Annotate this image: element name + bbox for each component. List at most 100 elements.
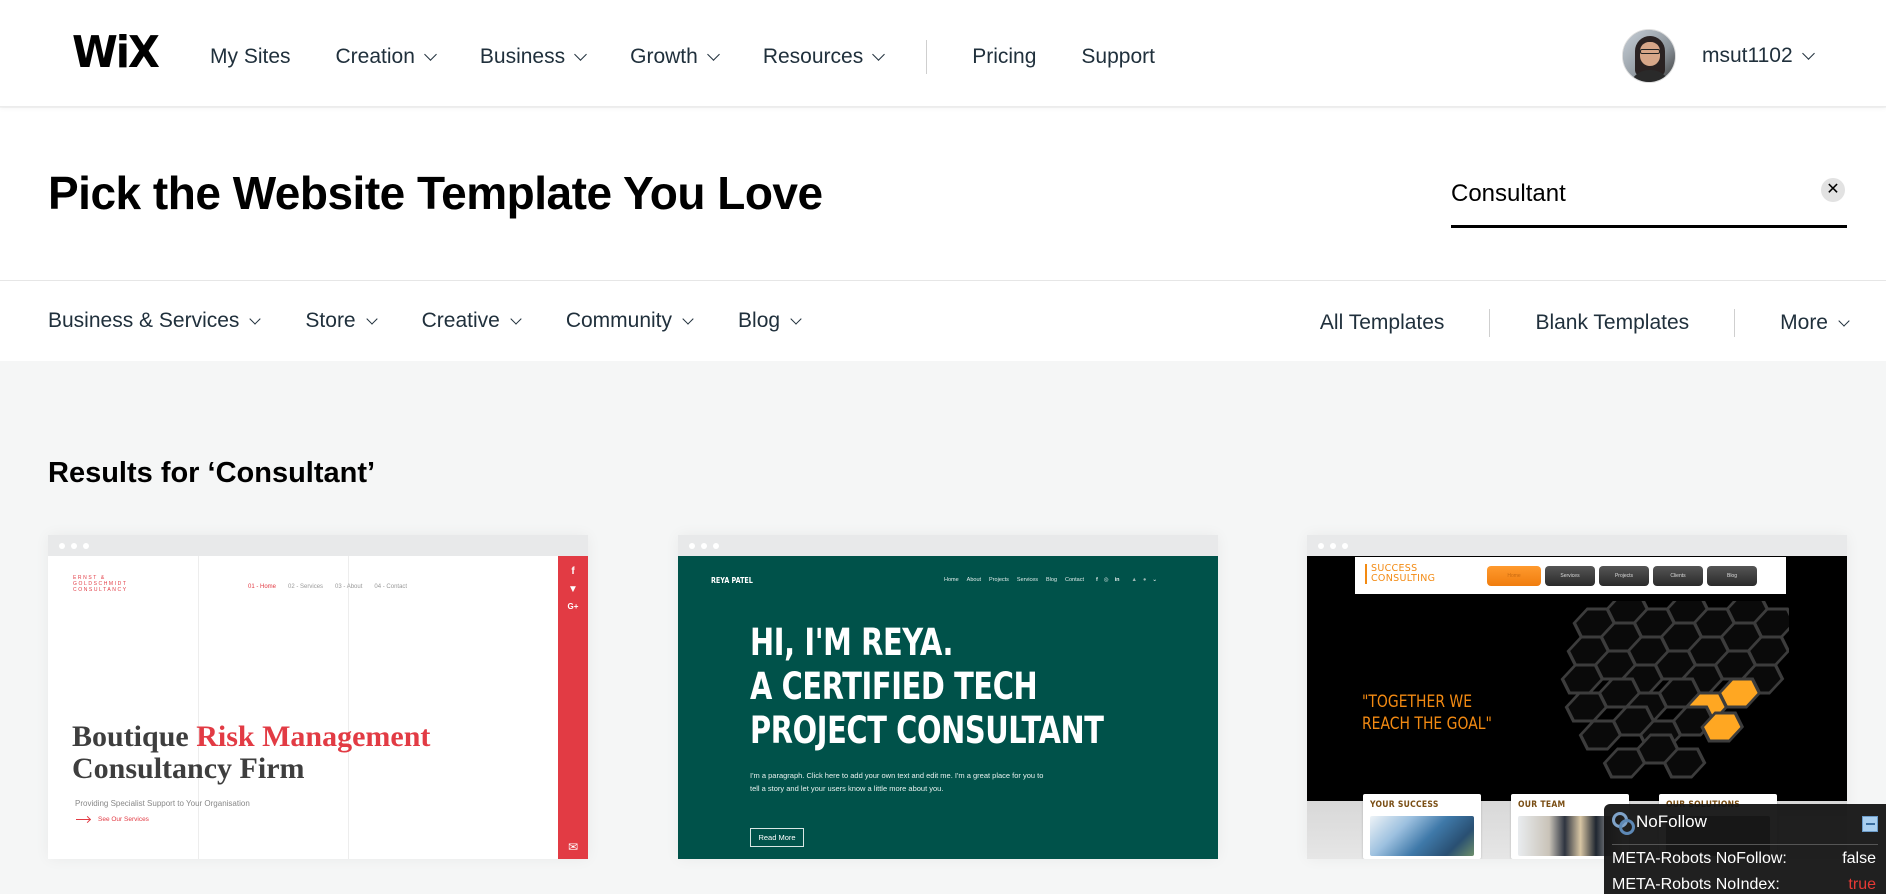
chevron-down-icon — [682, 312, 694, 325]
category-label: Store — [305, 309, 356, 332]
nav-resources[interactable]: Resources — [762, 45, 886, 69]
template-preview: REYA PATEL Home About Projects Services … — [678, 556, 1218, 859]
search-input[interactable] — [1451, 176, 1791, 212]
menu-item: Blog — [1046, 577, 1058, 583]
divider — [1489, 309, 1491, 337]
nav-label: Pricing — [972, 45, 1037, 68]
menu-item: Contact — [1065, 577, 1084, 583]
menu-item: Blog — [1707, 566, 1757, 586]
template-filter-menu: All Templates Blank Templates More — [1320, 309, 1850, 337]
menu-item: Projects — [989, 577, 1009, 583]
menu-item: Services — [1016, 577, 1039, 583]
template-card[interactable]: REYA PATEL Home About Projects Services … — [678, 535, 1218, 859]
menu-item: Home — [944, 577, 959, 583]
panel-title: NoFollow — [1636, 812, 1707, 831]
panel-header: NoFollow — [1612, 812, 1707, 835]
category-label: Blog — [738, 309, 781, 332]
chevron-down-icon — [790, 312, 802, 325]
close-icon[interactable]: ✕ — [1821, 178, 1845, 202]
social-sidebar: f ▼ G+ ✉ — [558, 556, 588, 859]
chevron-down-icon: ⌄ — [1152, 577, 1157, 583]
template-brand: SUCCESS CONSULTING — [1365, 564, 1435, 584]
nav-business[interactable]: Business — [479, 45, 587, 69]
blank-templates-link[interactable]: Blank Templates — [1535, 311, 1689, 335]
minimize-icon[interactable] — [1862, 816, 1878, 832]
nav-creation[interactable]: Creation — [336, 45, 437, 69]
template-preview: ERNST & GOLDSCHMIDT CONSULTANCY 01 - Hom… — [48, 556, 588, 859]
template-menu: 01 - Home 02 - Services 03 - About 04 - … — [248, 584, 419, 590]
nav-divider — [926, 40, 928, 74]
nav-label: My Sites — [210, 45, 291, 68]
link-label: All Templates — [1319, 311, 1445, 334]
all-templates-link[interactable]: All Templates — [1320, 311, 1445, 335]
browser-chrome — [48, 535, 588, 556]
template-menu: Home Services Projects Clients Blog — [1487, 566, 1761, 586]
headline-line: PROJECT CONSULTANT — [750, 709, 1104, 752]
page-title: Pick the Website Template You Love — [48, 167, 823, 219]
results-heading: Results for ‘Consultant’ — [48, 457, 376, 489]
linkedin-icon: in — [1114, 577, 1120, 583]
category-bar: Business & Services Store Creative Commu… — [0, 280, 1886, 361]
wix-logo[interactable]: WiX — [72, 30, 160, 76]
chevron-down-icon — [872, 47, 886, 61]
divider — [1734, 309, 1736, 337]
template-headline: Boutique Risk Management Consultancy Firm — [72, 721, 430, 785]
template-header: SUCCESS CONSULTING Home Services Projects… — [1355, 557, 1786, 594]
category-label: Business & Services — [48, 309, 240, 332]
template-brand: REYA PATEL — [711, 576, 753, 585]
nav-label: Resources — [762, 45, 864, 68]
category-business-services[interactable]: Business & Services — [48, 309, 262, 333]
menu-item: 01 - Home — [248, 584, 277, 590]
username[interactable]: msut1102 — [1702, 44, 1815, 68]
top-header: WiX My Sites Creation Business Growth Re… — [0, 0, 1886, 107]
template-search: ✕ — [1451, 166, 1847, 228]
category-menu: Business & Services Store Creative Commu… — [48, 309, 846, 333]
nav-pricing[interactable]: Pricing — [972, 45, 1036, 69]
google-plus-icon: G+ — [567, 602, 579, 611]
nav-my-sites[interactable]: My Sites — [210, 45, 291, 69]
cta-label: See Our Services — [98, 816, 149, 823]
menu-item: Projects — [1599, 566, 1649, 586]
link-label: Blank Templates — [1535, 311, 1690, 334]
chevron-down-icon — [574, 47, 587, 61]
template-subtitle: Providing Specialist Support to Your Org… — [75, 799, 250, 808]
menu-item: About — [966, 577, 982, 583]
headline-line: A CERTIFIED TECH — [750, 665, 1038, 708]
nav-growth[interactable]: Growth — [630, 45, 720, 69]
template-headline: HI, I'M REYA. A CERTIFIED TECH PROJECT C… — [750, 621, 1104, 753]
category-creative[interactable]: Creative — [421, 309, 522, 333]
headline-accent: Risk Management — [196, 720, 431, 753]
nav-label: Business — [479, 45, 566, 68]
category-label: Creative — [421, 309, 500, 332]
category-blog[interactable]: Blog — [738, 309, 802, 333]
nav-label: Growth — [630, 45, 698, 68]
headline-line: HI, I'M REYA. — [750, 621, 954, 664]
chevron-down-icon — [706, 47, 720, 61]
browser-chrome — [678, 535, 1218, 556]
chevron-down-icon — [365, 312, 378, 325]
arrow-right-icon — [76, 819, 90, 820]
account-icon: ● — [1143, 577, 1147, 583]
twitter-icon: ▼ — [568, 584, 578, 595]
nav-label: Support — [1081, 45, 1155, 68]
more-menu[interactable]: More — [1780, 311, 1850, 335]
category-community[interactable]: Community — [565, 309, 694, 333]
nav-support[interactable]: Support — [1081, 45, 1155, 69]
menu-item: Home — [1487, 566, 1541, 586]
headline-text: Boutique — [72, 720, 197, 753]
category-store[interactable]: Store — [305, 309, 378, 333]
template-card[interactable]: ERNST & GOLDSCHMIDT CONSULTANCY 01 - Hom… — [48, 535, 588, 859]
template-menu: Home About Projects Services Blog Contac… — [944, 577, 1163, 583]
nofollow-extension-panel: NoFollow META-Robots NoFollow: false META… — [1604, 804, 1886, 894]
template-brand: ERNST & GOLDSCHMIDT CONSULTANCY — [73, 575, 128, 593]
user-menu[interactable]: msut1102 — [1622, 29, 1815, 83]
main-nav: My Sites Creation Business Growth Resour… — [210, 40, 1200, 74]
category-label: Community — [565, 309, 673, 332]
instagram-icon: ◎ — [1103, 577, 1109, 583]
menu-item: 04 - Contact — [374, 584, 408, 590]
avatar[interactable] — [1622, 29, 1676, 83]
panel-row: META-Robots NoIndex: true — [1612, 876, 1876, 894]
menu-item: 03 - About — [335, 584, 363, 590]
chevron-down-icon — [1801, 46, 1815, 60]
template-paragraph: I'm a paragraph. Click here to add your … — [750, 771, 1044, 793]
